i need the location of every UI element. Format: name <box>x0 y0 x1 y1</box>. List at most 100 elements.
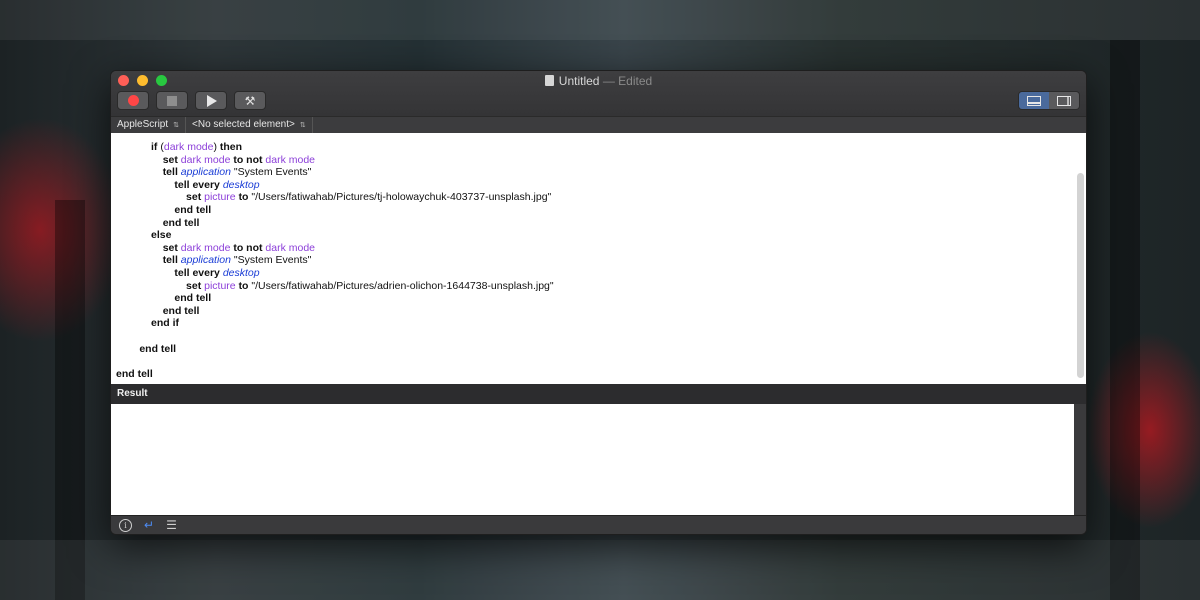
vertical-scrollbar[interactable] <box>1077 173 1084 378</box>
code-token: set <box>162 153 178 166</box>
show-side-pane-button[interactable] <box>1049 92 1079 109</box>
code-line: set dark mode to not dark mode <box>116 154 554 167</box>
code-token: desktop <box>222 178 260 191</box>
code-line: else <box>116 229 554 242</box>
code-token: to <box>238 191 249 204</box>
code-line: set picture to "/Users/fatiwahab/Picture… <box>116 280 554 293</box>
script-editor-window: Untitled — Edited ⚒ AppleScript ⇅ <No se… <box>110 70 1087 535</box>
chevron-updown-icon: ⇅ <box>173 121 180 129</box>
code-line: end tell <box>116 292 554 305</box>
show-bottom-pane-button[interactable] <box>1019 92 1049 109</box>
element-label: <No selected element> <box>192 119 295 130</box>
code-token: end tell <box>116 367 153 380</box>
code-line: tell every desktop <box>116 179 554 192</box>
stop-button[interactable] <box>156 91 188 110</box>
code-token: end tell <box>174 203 212 216</box>
edited-indicator: — Edited <box>602 74 653 88</box>
code-token: to not <box>233 241 263 254</box>
code-token: end tell <box>139 342 177 355</box>
code-line: end tell <box>116 305 554 318</box>
side-pane-icon <box>1057 95 1071 106</box>
code-token: set <box>162 241 178 254</box>
code-token: application <box>180 166 231 179</box>
code-token: end if <box>151 317 180 330</box>
code-token: "/Users/fatiwahab/Pictures/tj-holowaychu… <box>248 191 552 204</box>
code-token: tell <box>162 254 178 267</box>
script-editor[interactable]: if (dark mode) then set dark mode to not… <box>111 133 1086 384</box>
view-toggle <box>1018 91 1080 110</box>
info-icon[interactable]: i <box>119 518 132 532</box>
code-token: picture <box>204 279 236 292</box>
code-token: tell <box>162 166 178 179</box>
code-token: end tell <box>162 304 200 317</box>
bottom-pane-icon <box>1027 95 1041 106</box>
compile-button[interactable]: ⚒ <box>234 91 266 110</box>
background-plank <box>0 0 1200 40</box>
code-line: tell application "System Events" <box>116 166 554 179</box>
code-token: dark mode <box>265 241 316 254</box>
bottom-bar: i ↵ ☰ <box>111 515 1086 534</box>
code-token: else <box>151 229 172 242</box>
background-post <box>1110 40 1140 600</box>
code-token: then <box>219 141 243 153</box>
navigation-bar: AppleScript ⇅ <No selected element> ⇅ <box>111 116 1086 134</box>
list-icon[interactable]: ☰ <box>166 519 177 531</box>
record-icon <box>127 95 139 106</box>
element-popup[interactable]: <No selected element> ⇅ <box>186 117 313 133</box>
hammer-icon: ⚒ <box>244 93 256 108</box>
language-popup[interactable]: AppleScript ⇅ <box>111 117 187 133</box>
code-token: dark mode <box>163 141 214 153</box>
code-token: set <box>186 279 202 292</box>
result-pane-gutter <box>1074 404 1086 516</box>
code-token: tell every <box>174 178 220 191</box>
result-pane-header: Result <box>111 384 1086 404</box>
record-button[interactable] <box>117 91 149 110</box>
play-icon <box>207 94 217 107</box>
code-line: tell application "System Events" <box>116 254 554 267</box>
return-arrow-icon[interactable]: ↵ <box>144 519 154 531</box>
code-line: tell every desktop <box>116 267 554 280</box>
run-button[interactable] <box>195 91 227 110</box>
code-token: application <box>180 254 231 267</box>
code-token: "System Events" <box>230 166 312 179</box>
chevron-updown-icon: ⇅ <box>299 121 306 129</box>
code-token: to <box>238 279 249 292</box>
code-line: set dark mode to not dark mode <box>116 242 554 255</box>
code-line: end tell <box>116 204 554 217</box>
code-token: dark mode <box>180 153 231 166</box>
code-token: "/Users/fatiwahab/Pictures/adrien-olicho… <box>248 279 554 292</box>
document-icon <box>544 75 554 86</box>
code-token: dark mode <box>180 241 231 254</box>
code-token: picture <box>204 191 236 204</box>
code-token: "System Events" <box>230 254 312 267</box>
code-text: if (dark mode) then set dark mode to not… <box>116 141 554 380</box>
code-token: end tell <box>162 216 200 229</box>
language-label: AppleScript <box>117 119 169 130</box>
code-line: if (dark mode) then <box>116 141 554 154</box>
code-token: to not <box>233 153 263 166</box>
result-pane[interactable] <box>111 404 1074 516</box>
document-name: Untitled <box>558 74 600 88</box>
code-token: dark mode <box>265 153 316 166</box>
code-token: set <box>186 191 202 204</box>
stop-icon <box>167 95 177 106</box>
code-line: end tell <box>116 343 554 356</box>
code-token: desktop <box>222 266 260 279</box>
